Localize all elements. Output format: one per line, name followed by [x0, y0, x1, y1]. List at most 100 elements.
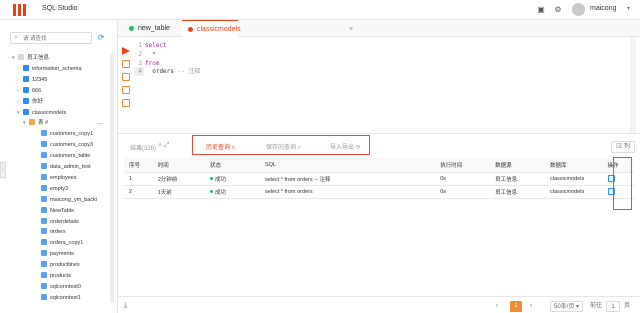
sidebar-search[interactable]: ⌕ — [10, 32, 92, 44]
tree-node-label: customers_copy1 — [50, 131, 94, 138]
tab-label: classicmodels — [197, 26, 241, 33]
tab-import-export[interactable]: 导入导出 ⟳ — [330, 142, 361, 151]
columns-button[interactable]: ▥ 列 — [611, 141, 635, 153]
column-header[interactable]: 序号 — [124, 158, 153, 173]
tree-node-label: classicmodels — [32, 109, 67, 116]
table-icon — [41, 195, 47, 202]
cell-status: 成功 — [205, 172, 260, 186]
table-icon — [41, 250, 47, 257]
table-icon — [41, 239, 47, 246]
download-icon[interactable]: ⤓ — [124, 302, 127, 310]
avatar[interactable] — [572, 3, 585, 16]
sidebar: ⌕ ⟳ ▾员工信息›information_schema›12345›666›你… — [0, 20, 118, 313]
tree-node-label: 你好 — [32, 98, 44, 105]
tree-node-label: orders — [50, 229, 66, 236]
tree-table-item[interactable]: customers_table — [35, 151, 90, 161]
tree-node-label: payments — [50, 251, 74, 258]
tree-node-label: sqlconntest0 — [50, 283, 81, 290]
tree-table-item[interactable]: customers_copy3 — [35, 140, 93, 150]
tree-table-item[interactable]: data_admin_test — [35, 162, 91, 172]
format-icon[interactable] — [122, 60, 130, 68]
column-header[interactable]: 状态 — [205, 158, 260, 173]
tree-node[interactable]: › 12345 — [17, 75, 47, 85]
sql-comment: -- 注释 — [177, 68, 201, 76]
table-row[interactable]: 1 2分钟前 成功 select * from orders -- 注释 0s 员工信息 c… — [124, 172, 634, 186]
tree-node-label: information_schema — [32, 65, 82, 72]
tree-node[interactable]: › information_schema — [17, 64, 82, 74]
notification-icon[interactable]: ▣ — [536, 4, 546, 14]
cell-time: 2分钟前 — [152, 172, 206, 186]
save-icon[interactable] — [122, 73, 130, 81]
explain-icon[interactable] — [122, 86, 130, 94]
tree-table-item[interactable]: NewTable — [35, 206, 74, 216]
code-line: 3 from — [134, 59, 159, 68]
collapse-sidebar-icon[interactable]: ‹ — [0, 162, 6, 178]
tab-saved-query[interactable]: 保存的查询 ⌕ — [266, 142, 301, 152]
tree-table-item[interactable]: payments — [35, 249, 74, 259]
tree-table-item[interactable]: empty3 — [35, 184, 68, 194]
next-page-button[interactable]: › — [530, 301, 532, 312]
username[interactable]: maicong — [590, 5, 616, 12]
code-line: 4 orders -- 注释 — [134, 67, 200, 76]
tree-node[interactable]: ▾ 表 # — [23, 118, 48, 128]
status-text: 成功 — [215, 176, 227, 183]
tree-table-item[interactable]: productlines — [35, 260, 80, 270]
tree-table-item[interactable]: orders — [35, 227, 66, 237]
tree-table-item[interactable]: products — [35, 271, 71, 281]
tree-table-item[interactable]: orderdetails — [35, 217, 79, 227]
sidebar-scrollbar[interactable] — [110, 53, 114, 303]
tree-node-label: 12345 — [32, 76, 48, 83]
tree-node-label: employees — [50, 174, 77, 181]
tree-table-item[interactable]: orders_copy1 — [35, 238, 83, 248]
search-input[interactable] — [23, 34, 89, 43]
tab-classicmodels[interactable]: classicmodels — [182, 20, 241, 37]
tree-node-label: 666 — [32, 87, 42, 94]
cell-db: classicmodels — [545, 185, 603, 199]
editor-tabs: new_table classicmodels × — [118, 20, 640, 37]
close-icon[interactable]: × — [349, 26, 353, 33]
more-options-icon[interactable]: — — [97, 121, 103, 127]
table-icon — [41, 293, 47, 300]
table-icon — [41, 272, 47, 278]
tree-table-item[interactable]: customers_copy1 — [35, 129, 93, 139]
tree-table-item[interactable]: maicong_ym_backi — [35, 195, 97, 205]
column-header[interactable]: 数据库 — [545, 158, 603, 173]
run-icon[interactable] — [122, 47, 130, 55]
column-header[interactable]: 执行时间 — [435, 158, 491, 173]
top-bar: SQL Studio ▣ ⚙ maicong ▾ — [0, 0, 640, 20]
tree-node-label: 员工信息 — [27, 55, 50, 61]
search-icon[interactable]: ⌕ ⤢ — [158, 142, 169, 150]
tree-node[interactable]: › 你好 — [17, 97, 43, 107]
goto-page-input[interactable]: 1 — [606, 301, 620, 312]
tree-table-item[interactable]: sqlconntest0 — [35, 282, 81, 292]
table-row[interactable]: 2 1天前 成功 select * from orders 0s 员工信息 classicm… — [124, 185, 634, 199]
tab-new-table[interactable]: new_table — [123, 20, 181, 37]
tree-node-label: 表 # — [38, 120, 49, 127]
settings-icon[interactable]: ⚙ — [553, 4, 563, 14]
app-title: SQL Studio — [42, 5, 78, 12]
db-icon — [23, 86, 29, 93]
page-size-select[interactable]: 50条/页 ▾ — [550, 301, 584, 312]
tree-node[interactable]: › 666 — [17, 86, 41, 96]
results-toolbar: 结果(326) ⌕ ⤢ 历史查询 ⌕ 保存的查询 ⌕ 导入导出 ⟳ ▥ 列 — [118, 133, 640, 158]
prev-page-button[interactable]: ‹ — [496, 301, 498, 312]
sql-editor[interactable]: 1 select 2 * 3 from 4 orders -- 注释 — [134, 37, 640, 133]
column-header[interactable]: 数据源 — [490, 158, 546, 173]
tree-node-label: NewTable — [50, 207, 75, 214]
tree-node-label: customers_copy3 — [50, 142, 94, 149]
tree-table-item[interactable]: employees — [35, 173, 77, 183]
refresh-icon[interactable]: ⟳ — [96, 33, 106, 43]
tree-node-label: customers_table — [50, 153, 91, 160]
tree-table-item[interactable]: sqlconntest1 — [35, 293, 81, 303]
column-header[interactable]: 时间 — [152, 158, 206, 173]
tree-node-label: productlines — [50, 262, 80, 269]
editor-scrollbar[interactable] — [630, 37, 636, 133]
tab-history-query[interactable]: 历史查询 ⌕ — [206, 142, 235, 152]
history-icon[interactable] — [122, 99, 130, 107]
column-header[interactable]: SQL — [259, 158, 436, 173]
chevron-down-icon[interactable]: ▾ — [627, 5, 630, 12]
sql-keyword: select — [145, 42, 167, 49]
current-page-button[interactable]: 1 — [510, 301, 522, 312]
tree-node[interactable]: ▾ classicmodels — [17, 108, 66, 118]
tree-node[interactable]: ▾ 员工信息 — [12, 53, 49, 63]
